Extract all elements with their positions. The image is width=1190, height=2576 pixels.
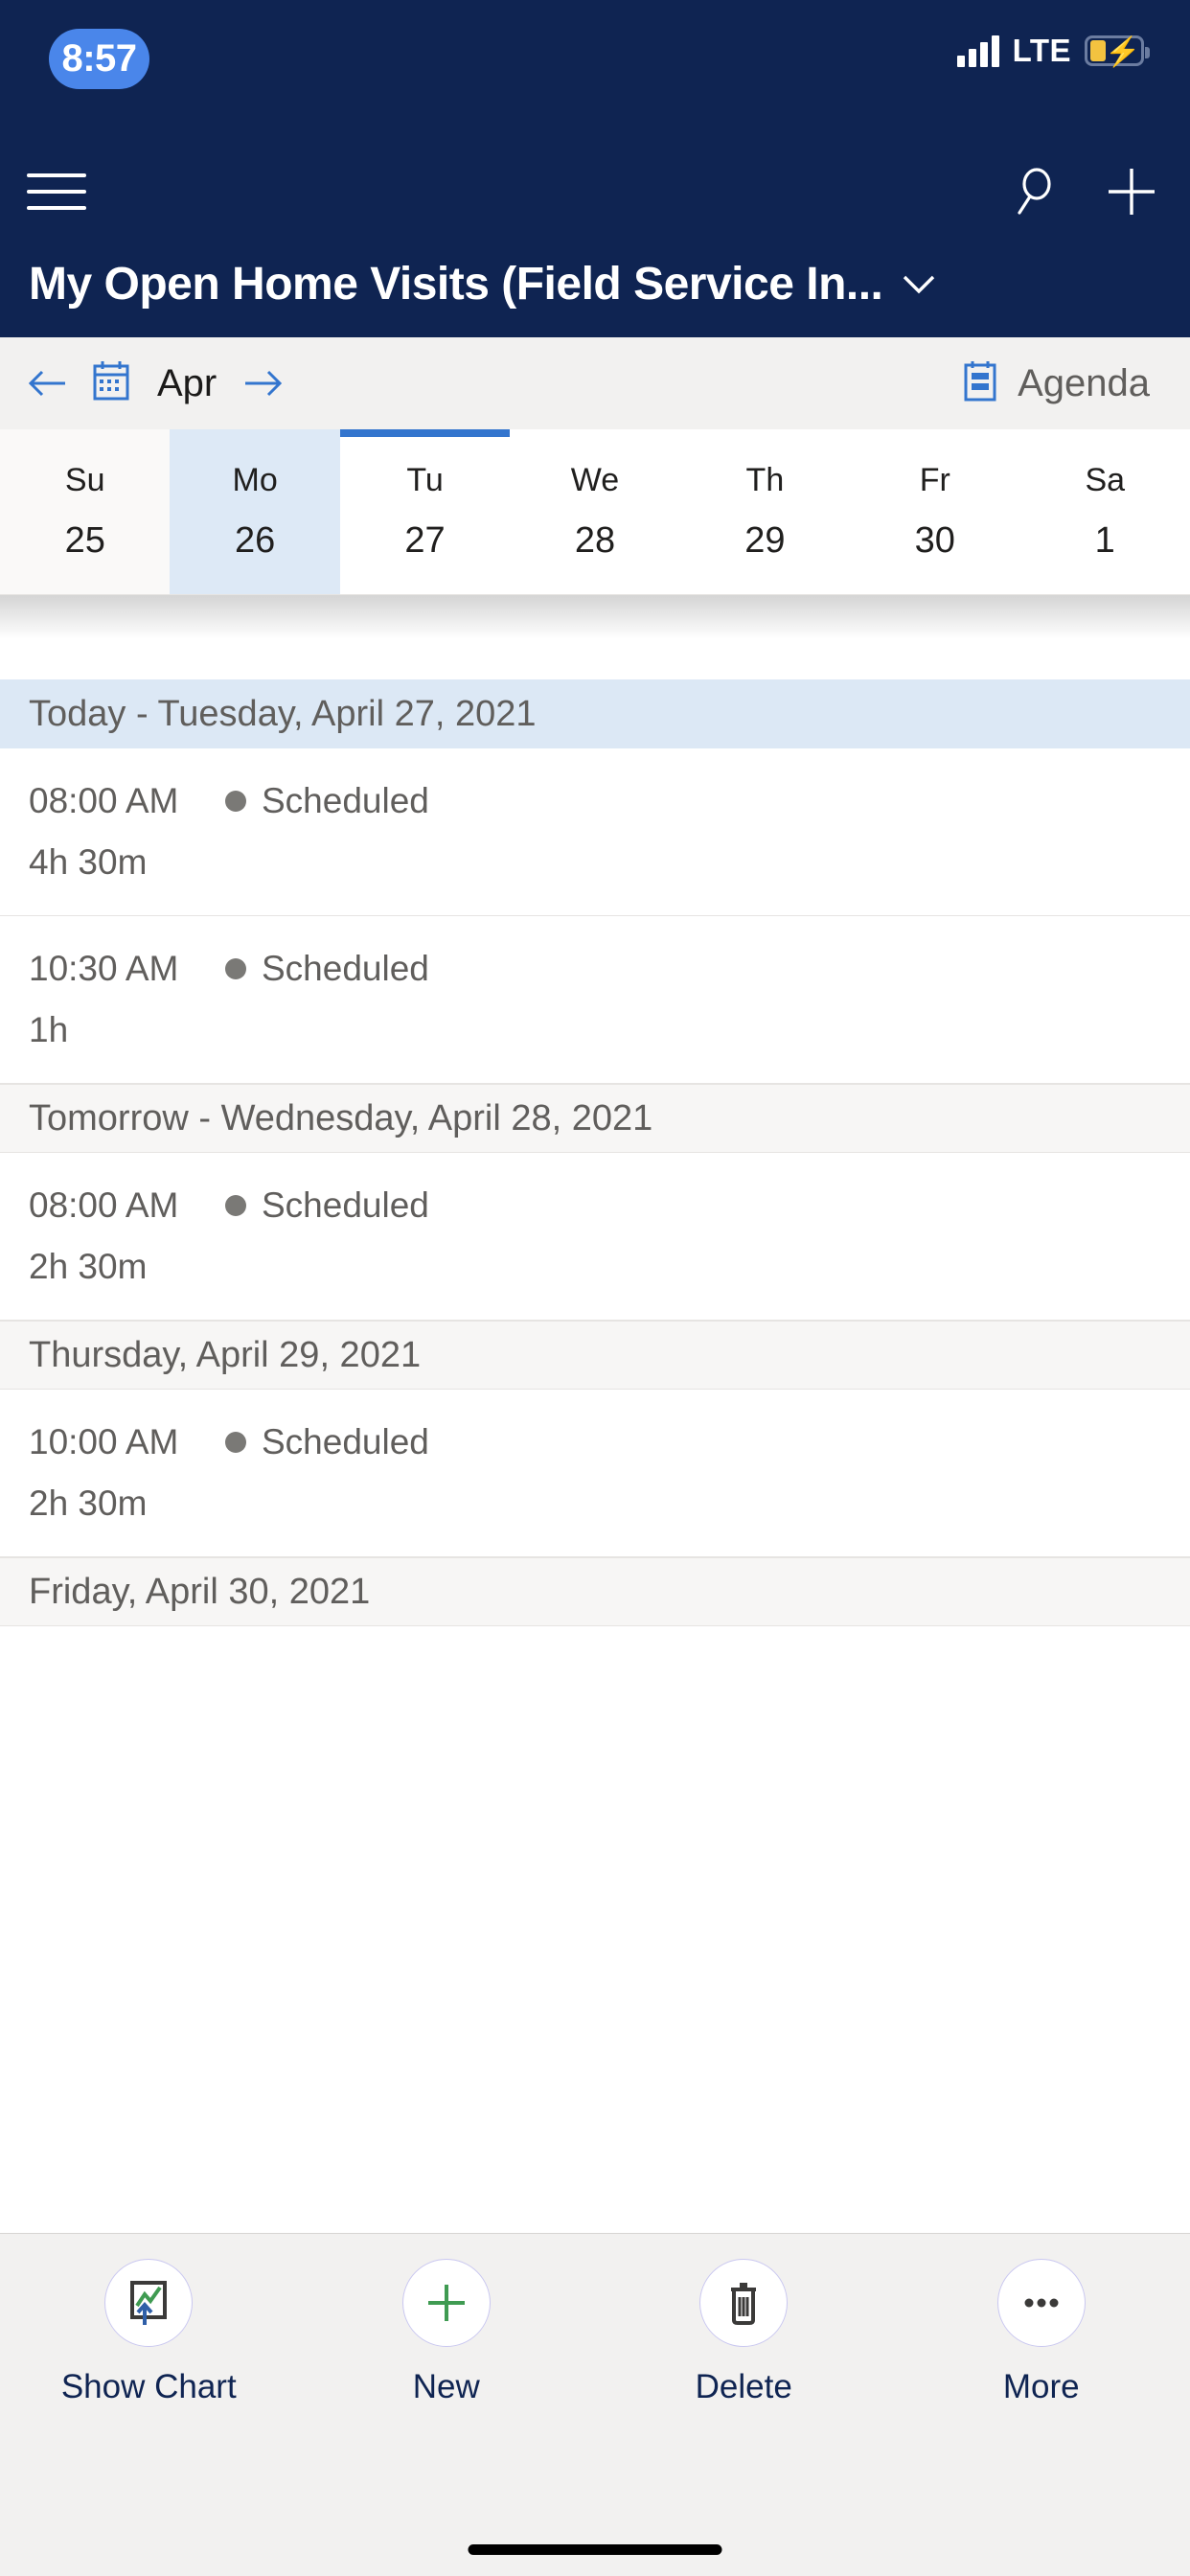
appointment-summary: 08:00 AM Scheduled bbox=[29, 781, 1161, 821]
day-of-week-label: We bbox=[570, 462, 620, 498]
status-indicators: LTE ⚡ bbox=[956, 33, 1150, 69]
agenda-section-header: Today - Tuesday, April 27, 2021 bbox=[0, 679, 1190, 748]
day-of-week-label: Su bbox=[64, 462, 105, 498]
day-number-label: 28 bbox=[574, 520, 616, 561]
appointment-duration: 2h 30m bbox=[29, 1484, 148, 1523]
appointment-summary: 08:00 AM Scheduled bbox=[29, 1185, 1161, 1226]
week-day-strip: Su 25 Mo 26 Tu 27 We 28 Th 29 Fr 30 Sa 1 bbox=[0, 429, 1190, 595]
toolbar-button-new[interactable]: New bbox=[298, 2259, 596, 2406]
network-type-label: LTE bbox=[1012, 33, 1071, 68]
month-navigator: Apr bbox=[25, 359, 286, 408]
bottom-command-bar: Show Chart New Delete More bbox=[0, 2233, 1190, 2453]
appointment-summary: 10:30 AM Scheduled bbox=[29, 949, 1161, 989]
ellipsis-icon bbox=[996, 2259, 1086, 2347]
appointment-status: Scheduled bbox=[262, 1422, 429, 1461]
appointment-summary: 10:00 AM Scheduled bbox=[29, 1422, 1161, 1462]
toolbar-button-label: New bbox=[412, 2368, 480, 2405]
trash-icon bbox=[699, 2259, 789, 2347]
appointment-row[interactable]: 10:30 AM Scheduled 1h bbox=[0, 916, 1190, 1084]
day-number-label: 30 bbox=[914, 520, 955, 561]
appointment-time: 08:00 AM bbox=[29, 781, 179, 820]
home-indicator bbox=[468, 2544, 722, 2555]
app-bar bbox=[0, 153, 1190, 230]
toolbar-button-label: More bbox=[1002, 2368, 1080, 2405]
toolbar-button-delete[interactable]: Delete bbox=[595, 2259, 893, 2406]
view-selector[interactable]: My Open Home Visits (Field Service In... bbox=[0, 230, 1190, 337]
view-switch-button[interactable]: Agenda bbox=[960, 359, 1150, 408]
agenda-list-icon bbox=[960, 359, 1000, 408]
appointment-row[interactable]: 08:00 AM Scheduled 2h 30m bbox=[0, 1153, 1190, 1321]
day-number-label: 26 bbox=[234, 520, 276, 561]
day-cell-mo[interactable]: Mo 26 bbox=[170, 429, 340, 594]
hamburger-menu-icon[interactable] bbox=[27, 169, 86, 215]
day-cell-fr[interactable]: Fr 30 bbox=[850, 429, 1019, 594]
day-number-label: 25 bbox=[64, 520, 105, 561]
day-cell-tu[interactable]: Tu 27 bbox=[339, 429, 511, 594]
appointment-row[interactable]: 10:00 AM Scheduled 2h 30m bbox=[0, 1390, 1190, 1557]
agenda-section-header: Friday, April 30, 2021 bbox=[0, 1557, 1190, 1626]
appointment-duration: 4h 30m bbox=[29, 842, 148, 882]
toolbar-button-more[interactable]: More bbox=[893, 2259, 1190, 2406]
toolbar-button-label: Show Chart bbox=[60, 2368, 237, 2405]
toolbar-button-show-chart[interactable]: Show Chart bbox=[0, 2259, 298, 2406]
day-cell-th[interactable]: Th 29 bbox=[680, 429, 850, 594]
day-of-week-label: Mo bbox=[232, 462, 278, 498]
appointment-time: 10:00 AM bbox=[29, 1422, 179, 1461]
chevron-down-icon[interactable] bbox=[900, 271, 938, 296]
appointment-status: Scheduled bbox=[262, 781, 429, 820]
calendar-icon[interactable] bbox=[90, 359, 132, 408]
plus-icon[interactable] bbox=[1102, 159, 1161, 224]
day-of-week-label: Fr bbox=[919, 462, 950, 498]
day-cell-we[interactable]: We 28 bbox=[510, 429, 679, 594]
view-switch-label: Agenda bbox=[1018, 361, 1150, 404]
current-day-indicator bbox=[339, 429, 511, 437]
arrow-right-icon[interactable] bbox=[241, 367, 286, 400]
status-dot-icon bbox=[225, 1432, 246, 1453]
day-number-label: 27 bbox=[404, 520, 446, 561]
appointment-duration: 2h 30m bbox=[29, 1247, 148, 1286]
chart-icon bbox=[104, 2259, 194, 2347]
appointment-duration: 1h bbox=[29, 1010, 69, 1049]
appointment-row[interactable]: 08:00 AM Scheduled 4h 30m bbox=[0, 748, 1190, 916]
phone-screen: 8:57 LTE ⚡ My Open Home Visits (Field Se… bbox=[0, 0, 1190, 2576]
appointment-time: 10:30 AM bbox=[29, 949, 179, 988]
agenda-section-header: Thursday, April 29, 2021 bbox=[0, 1321, 1190, 1390]
search-icon[interactable] bbox=[1004, 159, 1064, 224]
day-number-label: 29 bbox=[744, 520, 786, 561]
day-cell-sa[interactable]: Sa 1 bbox=[1020, 429, 1190, 594]
day-number-label: 1 bbox=[1094, 520, 1115, 561]
agenda-section-header: Tomorrow - Wednesday, April 28, 2021 bbox=[0, 1084, 1190, 1153]
day-of-week-label: Sa bbox=[1085, 462, 1126, 498]
appointment-status: Scheduled bbox=[262, 949, 429, 988]
calendar-nav-bar: Apr Agenda bbox=[0, 337, 1190, 429]
appointment-status: Scheduled bbox=[262, 1185, 429, 1225]
day-of-week-label: Th bbox=[745, 462, 785, 498]
day-cell-su[interactable]: Su 25 bbox=[0, 429, 171, 594]
plus-icon bbox=[401, 2259, 491, 2347]
month-label: Apr bbox=[157, 361, 217, 404]
day-of-week-label: Tu bbox=[406, 462, 444, 498]
status-dot-icon bbox=[225, 958, 246, 979]
list-top-spacer bbox=[0, 595, 1190, 679]
toolbar-button-label: Delete bbox=[695, 2368, 792, 2405]
appointment-time: 08:00 AM bbox=[29, 1185, 179, 1225]
status-dot-icon bbox=[225, 791, 246, 812]
agenda-list[interactable]: Today - Tuesday, April 27, 2021 08:00 AM S… bbox=[0, 595, 1190, 2233]
arrow-left-icon[interactable] bbox=[25, 367, 69, 400]
page-title: My Open Home Visits (Field Service In... bbox=[29, 258, 883, 310]
battery-charging-icon: ⚡ bbox=[1085, 35, 1150, 68]
status-time: 8:57 bbox=[49, 29, 149, 89]
status-dot-icon bbox=[225, 1195, 246, 1216]
app-bar-actions bbox=[1004, 159, 1161, 224]
status-bar: 8:57 LTE ⚡ bbox=[0, 0, 1190, 153]
signal-bars-icon bbox=[956, 34, 999, 67]
